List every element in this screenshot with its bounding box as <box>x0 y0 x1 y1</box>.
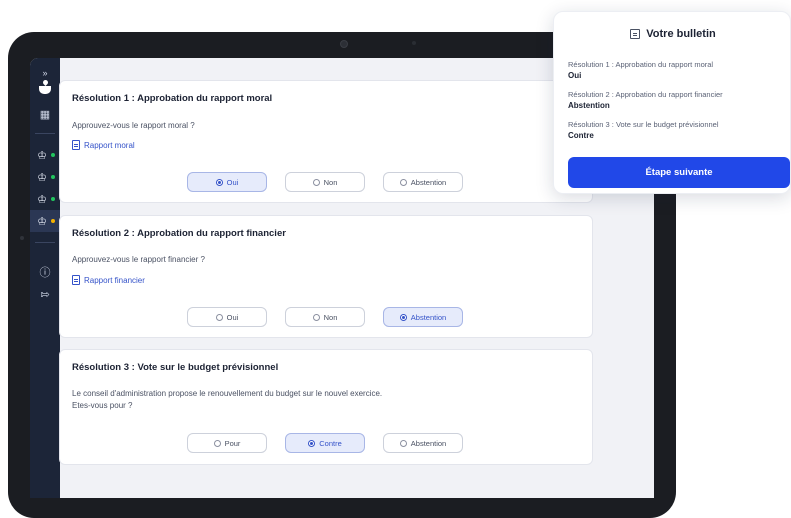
ballot-row-label: Résolution 2 : Approbation du rapport fi… <box>568 90 723 99</box>
resolution-title: Résolution 2 : Approbation du rapport fi… <box>72 228 286 239</box>
option-label: Abstention <box>410 312 447 322</box>
radio-icon <box>308 439 316 447</box>
question-line: Le conseil d'administration propose le r… <box>72 389 383 398</box>
resolution-question: Approuvez-vous le rapport moral ? <box>72 121 195 130</box>
resolution-question: Le conseil d'administration propose le r… <box>72 388 382 412</box>
document-icon <box>72 140 80 150</box>
resolution-card-3: Résolution 3 : Vote sur le budget prévis… <box>59 349 593 465</box>
vote-options: Oui Non Abstention <box>187 307 463 327</box>
sidebar-divider <box>35 133 55 134</box>
radio-icon <box>399 178 407 186</box>
document-icon <box>72 275 80 285</box>
option-non[interactable]: Non <box>285 307 365 327</box>
document-link[interactable]: Rapport financier <box>72 275 145 285</box>
ballot-row-2: Résolution 2 : Approbation du rapport fi… <box>568 89 783 111</box>
sidebar-item-vote-2[interactable]: ♔ <box>30 166 60 188</box>
dashboard-grid-icon[interactable]: ▦ <box>40 108 50 121</box>
sidebar-item-vote-4[interactable]: ♔ <box>30 210 60 232</box>
camera-icon <box>340 40 348 48</box>
vote-icon: ♔ <box>37 215 47 228</box>
ballot-summary-panel: Votre bulletin Résolution 1 : Approbatio… <box>553 11 791 194</box>
radio-icon <box>215 313 223 321</box>
radio-icon <box>215 178 223 186</box>
expand-sidebar-icon[interactable]: » <box>42 68 47 78</box>
sidebar-item-vote-1[interactable]: ♔ <box>30 144 60 166</box>
ballot-icon <box>630 29 641 39</box>
vote-options: Oui Non Abstention <box>187 172 463 192</box>
side-dot <box>20 236 24 240</box>
stage: » ▦ ♔ ♔ ♔ ♔ ⓘ ⇰ Résolution 1: Approbati… <box>0 0 791 518</box>
document-link-label: Rapport moral <box>84 140 135 150</box>
vote-icon: ♔ <box>37 149 47 162</box>
question-line: Etes-vous pour ? <box>72 401 133 410</box>
sidebar: » ▦ ♔ ♔ ♔ ♔ ⓘ ⇰ <box>30 58 60 498</box>
help-icon[interactable]: ⓘ <box>40 261 51 283</box>
option-label: Oui <box>226 177 239 187</box>
radio-icon <box>213 439 221 447</box>
logout-icon[interactable]: ⇰ <box>40 283 49 305</box>
ballot-row-value: Oui <box>568 71 582 80</box>
ballot-row-value: Abstention <box>568 101 610 110</box>
option-abstention[interactable]: Abstention <box>383 307 463 327</box>
radio-icon <box>312 313 320 321</box>
option-label: Non <box>323 312 338 322</box>
radio-icon <box>399 439 407 447</box>
option-oui[interactable]: Oui <box>187 307 267 327</box>
option-label: Oui <box>226 312 239 322</box>
status-dot <box>51 153 55 157</box>
ballot-row-label: Résolution 1 : Approbation du rapport mo… <box>568 60 714 69</box>
option-label: Abstention <box>410 177 447 187</box>
ballot-row-value: Contre <box>568 131 594 140</box>
status-dot <box>51 175 55 179</box>
option-label: Abstention <box>410 438 447 448</box>
option-contre[interactable]: Contre <box>285 433 365 453</box>
option-abstention[interactable]: Abstention <box>383 433 463 453</box>
document-link[interactable]: Rapport moral <box>72 140 135 150</box>
option-oui[interactable]: Oui <box>187 172 267 192</box>
status-dot <box>51 197 55 201</box>
ballot-row-label: Résolution 3 : Vote sur le budget prévis… <box>568 120 719 129</box>
option-label: Pour <box>224 438 241 448</box>
ballot-row-3: Résolution 3 : Vote sur le budget prévis… <box>568 119 783 141</box>
ballot-row-1: Résolution 1 : Approbation du rapport mo… <box>568 59 783 81</box>
sensor-dot <box>412 41 416 45</box>
sidebar-divider <box>35 242 55 243</box>
option-label: Contre <box>319 438 342 448</box>
vote-icon: ♔ <box>37 171 47 184</box>
resolution-question: Approuvez-vous le rapport financier ? <box>72 255 205 264</box>
vote-options: Pour Contre Abstention <box>187 433 463 453</box>
ballot-title: Votre bulletin <box>646 28 716 40</box>
next-step-button[interactable]: Étape suivante <box>568 157 790 188</box>
radio-icon <box>312 178 320 186</box>
document-link-label: Rapport financier <box>84 275 145 285</box>
app-logo[interactable] <box>38 78 52 94</box>
option-label: Non <box>323 177 338 187</box>
ballot-header: Votre bulletin <box>554 28 791 40</box>
resolution-title: Résolution 1 : Approbation du rapport mo… <box>72 93 273 104</box>
resolution-card-1: Résolution 1 : Approbation du rapport mo… <box>59 80 593 203</box>
option-non[interactable]: Non <box>285 172 365 192</box>
resolution-title: Résolution 3 : Vote sur le budget prévis… <box>72 362 279 373</box>
resolution-card-2: Résolution 2 : Approbation du rapport fi… <box>59 215 593 338</box>
vote-icon: ♔ <box>37 193 47 206</box>
status-dot <box>51 219 55 223</box>
option-abstention[interactable]: Abstention <box>383 172 463 192</box>
sidebar-item-vote-3[interactable]: ♔ <box>30 188 60 210</box>
logo-drop <box>41 78 50 87</box>
logo-cup <box>39 86 51 94</box>
option-pour[interactable]: Pour <box>187 433 267 453</box>
radio-icon <box>399 313 407 321</box>
